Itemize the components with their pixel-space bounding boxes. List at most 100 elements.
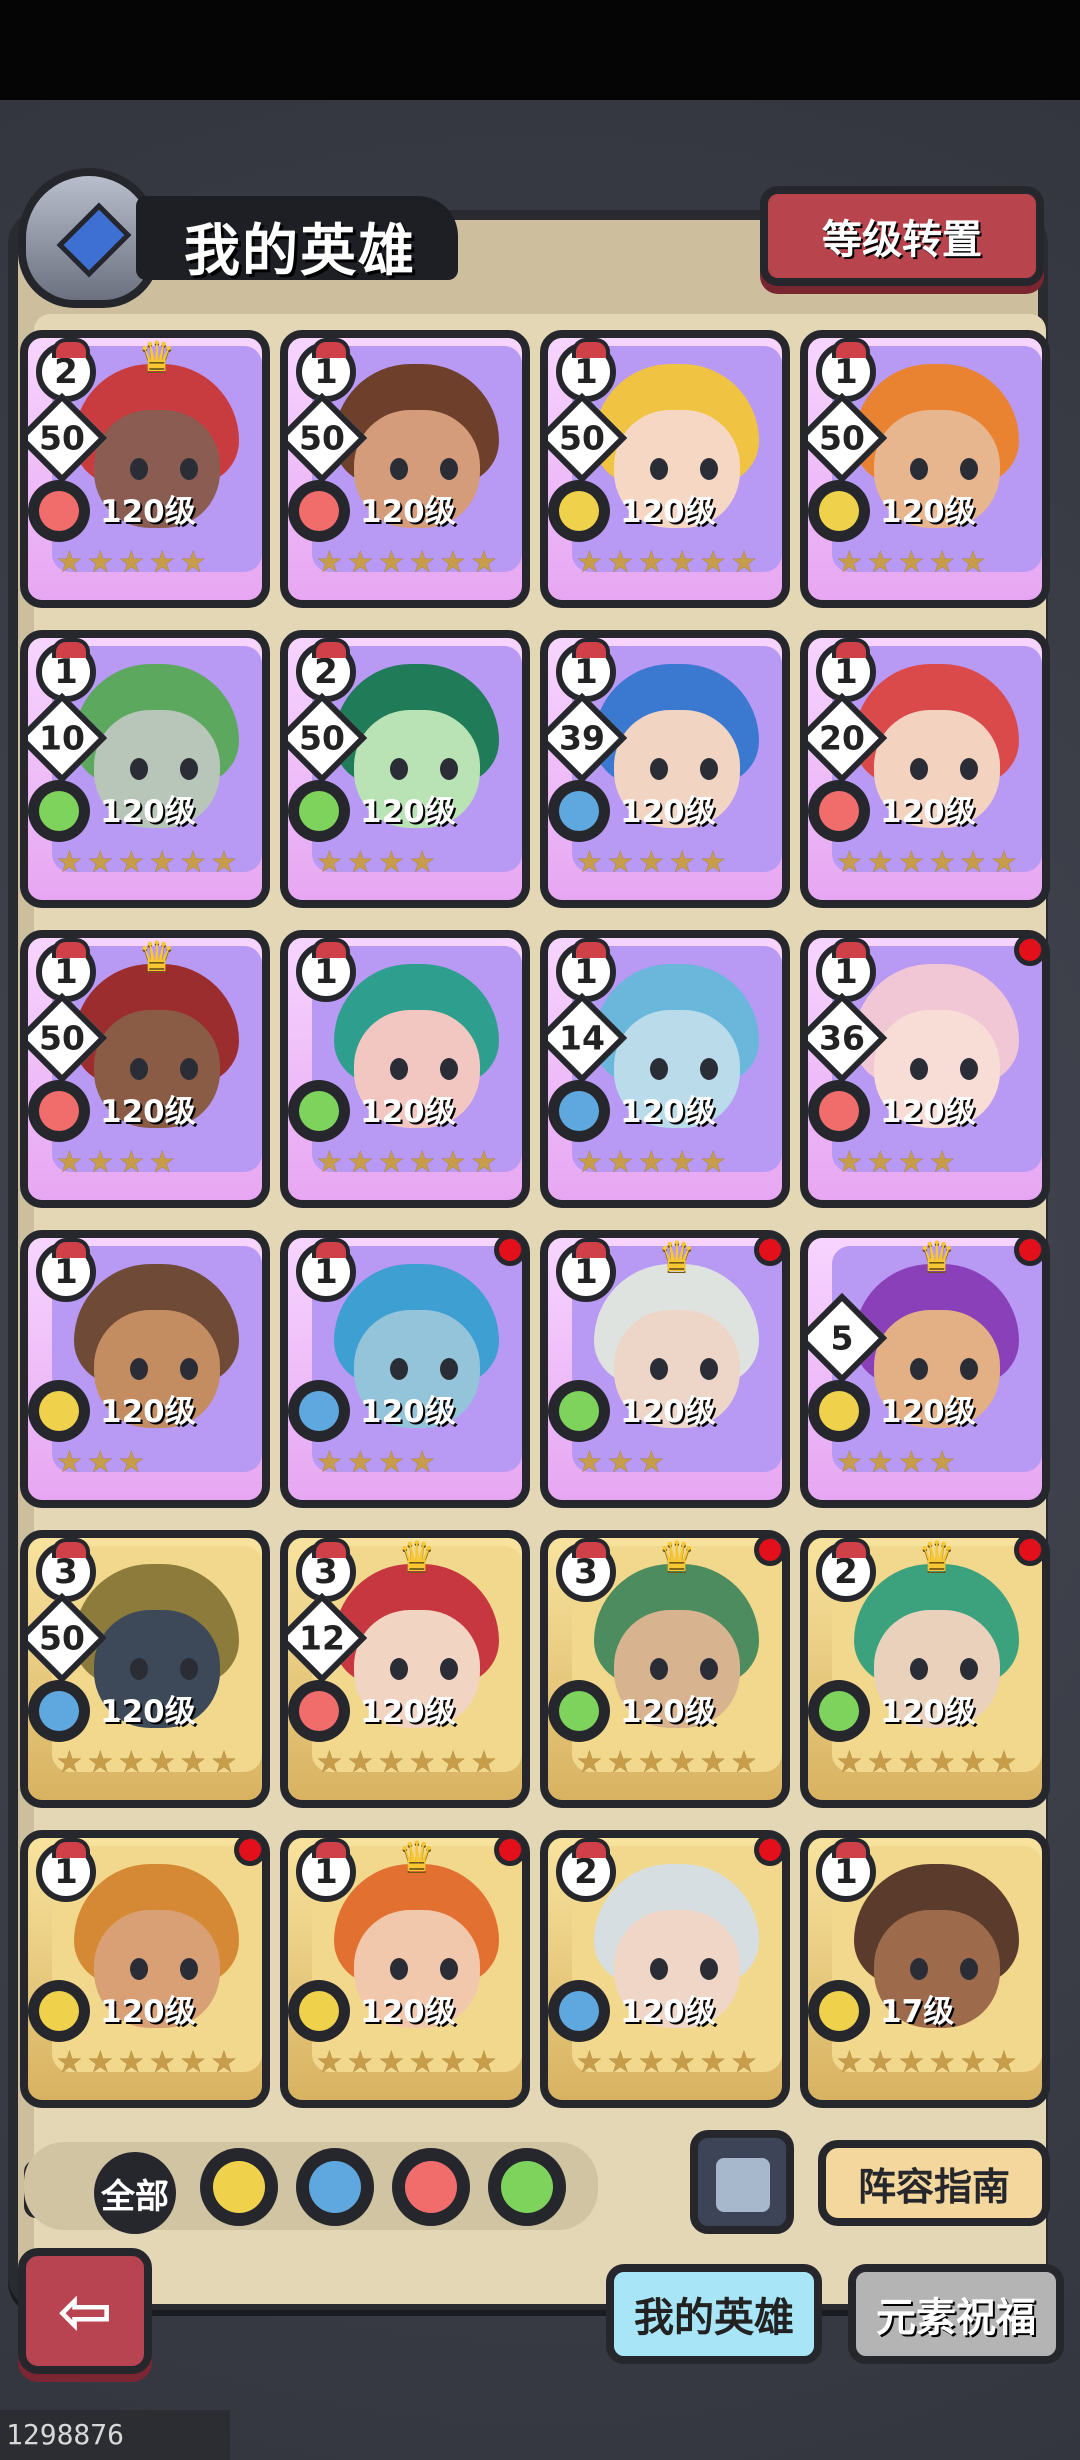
earth-icon [213,2161,265,2213]
earth-element-icon [808,1980,870,2042]
wind-icon [501,2161,553,2213]
rank-badge: 1 [296,1838,356,1902]
water-icon [309,2161,361,2213]
star-icon: ★ [668,1145,696,1180]
hero-card[interactable]: 1 10 120级 ★ ★ ★ ★ ★ ★ [20,630,270,908]
hero-card[interactable]: 1 36 120级 ★ ★ ★ ★ [800,930,1050,1208]
star-icon: ★ [408,1445,436,1480]
save-button[interactable] [690,2130,794,2234]
hero-eye [390,1658,408,1680]
filter-earth-button[interactable] [200,2148,278,2226]
star-row: ★ ★ ★ ★ ★ ★ [576,1748,757,1778]
filter-water-button[interactable] [296,2148,374,2226]
star-icon: ★ [576,2045,603,2080]
element-icon-fill [39,1091,79,1131]
star-icon: ★ [439,2045,467,2080]
notification-dot [754,1538,782,1566]
hero-card[interactable]: 1 ♛ 120级 ★ ★ ★ ★ ★ ★ [280,1830,530,2108]
hero-card[interactable]: 3 ♛ 120级 ★ ★ ★ ★ ★ ★ [540,1530,790,1808]
hero-card[interactable]: 1 50 120级 ★ ★ ★ ★ ★ ★ [280,330,530,608]
hero-card[interactable]: 1 50 ♛ 120级 ★ ★ ★ ★ [20,930,270,1208]
lineup-guide-button[interactable]: 阵容指南 [818,2140,1050,2226]
tab-element-blessing[interactable]: 元素祝福 [848,2264,1064,2364]
hero-card[interactable]: 1 14 120级 ★ ★ ★ ★ ★ [540,930,790,1208]
water-element-icon [548,1080,610,1142]
hero-eye [130,1058,148,1080]
star-row: ★ ★ ★ ★ [316,1448,436,1478]
hero-card[interactable]: 1 20 120级 ★ ★ ★ ★ ★ ★ [800,630,1050,908]
hero-eye [700,458,718,480]
hero-eye [440,1358,458,1380]
hero-card[interactable]: 1 120级 ★ ★ ★ [20,1230,270,1508]
tab-my-heroes[interactable]: 我的英雄 [606,2264,822,2364]
hero-card[interactable]: 5 ♛ 120级 ★ ★ ★ ★ [800,1230,1050,1508]
hero-card[interactable]: 2 50 ♛ 120级 ★ ★ ★ ★ ★ [20,330,270,608]
level-badge-value: 39 [559,718,605,758]
hero-eye [180,758,198,780]
hero-eye [910,1358,928,1380]
hero-level: 120级 [620,794,716,830]
star-row: ★ ★ ★ ★ ★ ★ [316,2048,497,2078]
hero-card[interactable]: 3 50 120级 ★ ★ ★ ★ ★ ★ [20,1530,270,1808]
hero-card[interactable]: 1 50 120级 ★ ★ ★ ★ ★ [800,330,1050,608]
hero-eye [910,1058,928,1080]
rank-badge: 1 [36,938,96,1002]
star-icon: ★ [576,1745,603,1780]
hero-card[interactable]: 1 50 120级 ★ ★ ★ ★ ★ ★ [540,330,790,608]
star-row: ★ ★ ★ ★ ★ [56,548,207,578]
hero-eye [960,1958,978,1980]
notification-dot [494,1238,522,1266]
star-icon: ★ [377,845,405,880]
hero-card[interactable]: 1 ♛ 120级 ★ ★ ★ [540,1230,790,1508]
hero-card[interactable]: 1 120级 ★ ★ ★ ★ [280,1230,530,1508]
element-icon-fill [559,1991,599,2031]
hero-card[interactable]: 2 50 120级 ★ ★ ★ ★ [280,630,530,908]
hero-card[interactable]: 2 120级 ★ ★ ★ ★ ★ ★ [540,1830,790,2108]
hero-eye [960,758,978,780]
hero-eye [390,458,408,480]
hero-eye [700,1958,718,1980]
star-icon: ★ [866,845,894,880]
star-icon: ★ [836,1445,863,1480]
hero-card[interactable]: 1 17级 ★ ★ ★ ★ ★ ★ [800,1830,1050,2108]
earth-element-icon [28,1380,90,1442]
element-icon-fill [39,1691,79,1731]
rank-badge: 2 [36,338,96,402]
star-icon: ★ [346,845,374,880]
crown-icon: ♛ [138,932,176,981]
element-icon-fill [299,1691,339,1731]
element-icon-fill [299,491,339,531]
crown-icon: ♛ [658,1232,696,1281]
rank-badge: 1 [36,638,96,702]
level-badge-value: 36 [819,1018,865,1058]
back-button[interactable]: ⇦ [18,2248,152,2374]
star-icon: ★ [699,2045,727,2080]
level-reset-button[interactable]: 等级转置 [760,186,1044,286]
hero-eye [180,1958,198,1980]
status-bar [0,0,1080,100]
hero-card[interactable]: 3 12 ♛ 120级 ★ ★ ★ ★ ★ ★ [280,1530,530,1808]
title-bar: 我的英雄 [18,168,458,308]
star-icon: ★ [866,2045,894,2080]
hero-card[interactable]: 1 120级 ★ ★ ★ ★ ★ ★ [280,930,530,1208]
star-icon: ★ [117,2045,145,2080]
filter-wind-button[interactable] [488,2148,566,2226]
notification-dot [234,1838,262,1866]
star-icon: ★ [470,545,498,580]
hero-card[interactable]: 2 ♛ 120级 ★ ★ ★ ★ ★ ★ [800,1530,1050,1808]
star-icon: ★ [897,845,925,880]
filter-all-button[interactable]: 全部 [94,2152,176,2234]
wind-element-icon [548,1680,610,1742]
hero-level: 120级 [620,1994,716,2030]
notification-dot [1014,938,1042,966]
level-badge-value: 10 [39,718,85,758]
hero-card[interactable]: 1 39 120级 ★ ★ ★ ★ ★ [540,630,790,908]
star-icon: ★ [866,1145,894,1180]
fire-element-icon [288,1680,350,1742]
filter-fire-button[interactable] [392,2148,470,2226]
star-row: ★ ★ ★ ★ ★ [576,848,727,878]
hero-eye [700,1358,718,1380]
hero-card[interactable]: 1 120级 ★ ★ ★ ★ ★ ★ [20,1830,270,2108]
earth-element-icon [548,480,610,542]
level-badge-value: 50 [559,418,605,458]
